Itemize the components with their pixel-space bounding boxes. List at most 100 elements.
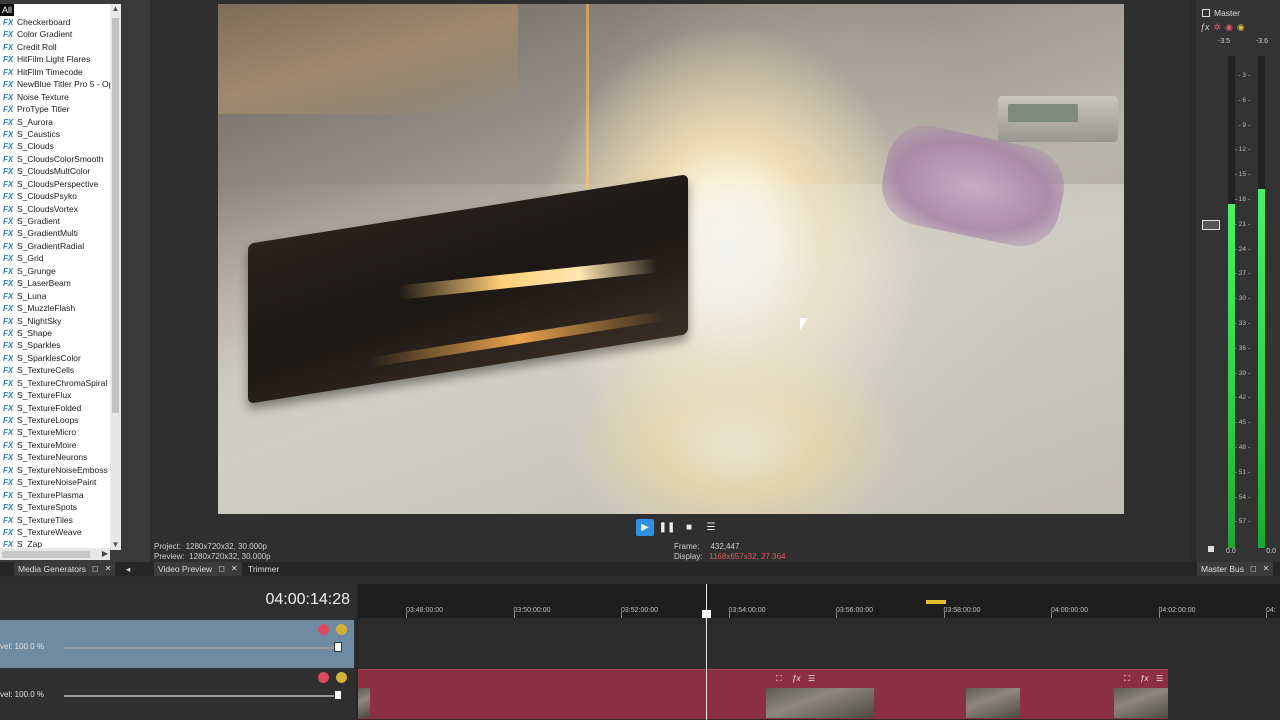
track-solo-icon[interactable] [336,624,347,635]
clip-pan-crop-icon[interactable]: ⛶ [1124,674,1130,684]
generator-item[interactable]: FX S_NightSky [0,315,110,327]
solo-icon[interactable]: ◉ [1237,22,1245,33]
generator-item[interactable]: FX NewBlue Titler Pro 5 - Op [0,78,110,90]
generator-item[interactable]: FX S_Clouds [0,140,110,152]
generator-item[interactable]: FX S_TextureChromaSpiral [0,377,110,389]
generator-item[interactable]: FX S_GradientMulti [0,227,110,239]
generator-item[interactable]: FX S_TextureMicro [0,426,110,438]
generator-item[interactable]: FX Color Gradient [0,28,110,40]
scroll-up-icon[interactable]: ▲ [111,4,120,14]
master-checkbox[interactable] [1202,9,1210,17]
audio-level-slider[interactable] [64,695,342,697]
generator-item[interactable]: FX S_Shape [0,327,110,339]
generator-item[interactable]: FX S_TextureWeave [0,526,110,538]
generator-item[interactable]: FX S_CloudsColorSmooth [0,153,110,165]
video-frame[interactable] [218,4,1124,514]
vertical-scrollbar[interactable]: ▲ ▼ [110,4,121,550]
stop-button[interactable]: ■ [680,519,698,536]
tracks-area: ⛶ ƒx ☰ ⛶ ƒx ☰ [358,618,1280,720]
generator-item[interactable]: FX S_Luna [0,290,110,302]
pause-button[interactable]: ❚❚ [658,519,676,536]
video-track-header[interactable]: vel: 100.0 % [0,620,354,668]
generator-item[interactable]: FX ProType Titler [0,103,110,115]
menu-icon[interactable]: ☰ [702,519,720,536]
video-level-slider-handle[interactable] [334,642,342,652]
generator-item[interactable]: FX S_TextureNoiseEmboss [0,464,110,476]
play-button[interactable]: ▶ [636,518,654,536]
clip-fx-icon[interactable]: ƒx [1140,674,1148,683]
generator-item[interactable]: FX S_TextureCells [0,364,110,376]
clip-pan-crop-icon[interactable]: ⛶ [776,674,782,684]
generator-item[interactable]: FX S_CloudsVortex [0,203,110,215]
master-fader-handle[interactable] [1202,220,1220,230]
generator-item-label: Noise Texture [17,91,69,102]
scroll-right-icon[interactable]: ▶ [102,548,108,560]
generator-item[interactable]: FX Checkerboard [0,16,110,28]
generator-item[interactable]: FX S_MuzzleFlash [0,302,110,314]
audio-track-lane[interactable]: ⛶ ƒx ☰ ⛶ ƒx ☰ [358,668,1280,720]
generator-item[interactable]: FX S_Caustics [0,128,110,140]
scrollbar-thumb-horizontal[interactable] [2,551,90,558]
generator-item[interactable]: FX S_Gradient [0,215,110,227]
fx-icon[interactable]: ƒx [1200,22,1210,33]
generator-item[interactable]: FX HitFilm Timecode [0,66,110,78]
clip-menu-icon[interactable]: ☰ [808,674,815,683]
marker-region[interactable] [926,600,946,604]
settings-gear-icon[interactable]: ✲ [1214,22,1222,33]
generator-item[interactable]: FX S_Grunge [0,265,110,277]
generator-item[interactable]: FX S_TextureTiles [0,514,110,526]
generator-item[interactable]: FX S_Aurora [0,116,110,128]
generator-item[interactable]: FX S_CloudsMultColor [0,165,110,177]
undock-icon[interactable]: ◻ [1250,562,1257,576]
timeline-ruler[interactable]: 03:48:00:00 03:50:00:00 03:52:00:00 03:54:0… [358,584,1280,618]
video-level-slider[interactable] [64,647,342,649]
fx-icon: FX [3,527,14,537]
track-mute-icon[interactable] [318,624,329,635]
scroll-down-icon[interactable]: ▼ [111,540,120,550]
scrollbar-thumb[interactable] [112,18,119,413]
tab-master-bus[interactable]: Master Bus ◻ ✕ [1197,562,1274,576]
tab-media-generators[interactable]: Media Generators ◻ ✕ [14,562,116,576]
generator-list[interactable]: All FX Checkerboard FX Color Gradient FX Cred… [0,4,110,550]
generator-item[interactable]: FX S_SparklesColor [0,352,110,364]
horizontal-scrollbar[interactable]: ▶ [0,548,110,560]
timecode-display[interactable]: 04:00:14:28 [265,591,350,609]
close-icon[interactable]: ✕ [1263,562,1270,576]
generator-item[interactable]: FX S_Grid [0,252,110,264]
generator-item[interactable]: FX S_TextureSpots [0,501,110,513]
track-mute-icon[interactable] [318,672,329,683]
generator-item[interactable]: FX S_CloudsPsyko [0,190,110,202]
video-track-lane[interactable] [358,618,1280,668]
generator-item[interactable]: FX S_TexturePlasma [0,489,110,501]
audio-level-slider-handle[interactable] [334,690,342,700]
tab-trimmer[interactable]: Trimmer [244,562,283,576]
generator-item[interactable]: FX S_TextureFlux [0,389,110,401]
close-icon[interactable]: ✕ [105,562,112,576]
generator-item[interactable]: FX S_TextureFolded [0,402,110,414]
generator-item[interactable]: FX S_TextureNeurons [0,451,110,463]
generator-item[interactable]: FX S_TextureNoisePaint [0,476,110,488]
undock-icon[interactable]: ◻ [92,562,99,576]
close-icon[interactable]: ✕ [231,562,238,576]
generator-item[interactable]: FX S_CloudsPerspective [0,178,110,190]
generator-item[interactable]: FX S_Sparkles [0,339,110,351]
generator-item[interactable]: FX S_GradientRadial [0,240,110,252]
generator-item[interactable]: FX S_TextureLoops [0,414,110,426]
tab-scroll-left-icon[interactable]: ◂ [122,562,134,576]
clip-menu-icon[interactable]: ☰ [1156,674,1163,683]
undock-icon[interactable]: ◻ [218,562,225,576]
generator-item[interactable]: FX Credit Roll [0,41,110,53]
all-filter-item[interactable]: All [0,4,14,16]
generator-item[interactable]: FX S_LaserBeam [0,277,110,289]
timeline-clip[interactable]: ⛶ ƒx ☰ ⛶ ƒx ☰ [358,669,1168,719]
generator-item[interactable]: FX Noise Texture [0,91,110,103]
playhead-line[interactable] [706,584,707,720]
mute-icon[interactable]: ◉ [1225,22,1233,33]
audio-track-header[interactable]: vel: 100.0 % [0,668,354,716]
generator-item[interactable]: FX HitFilm Light Flares [0,53,110,65]
fx-icon: FX [3,328,14,338]
tab-video-preview[interactable]: Video Preview ◻ ✕ [154,562,242,576]
clip-fx-icon[interactable]: ƒx [792,674,800,683]
track-solo-icon[interactable] [336,672,347,683]
generator-item[interactable]: FX S_TextureMoire [0,439,110,451]
